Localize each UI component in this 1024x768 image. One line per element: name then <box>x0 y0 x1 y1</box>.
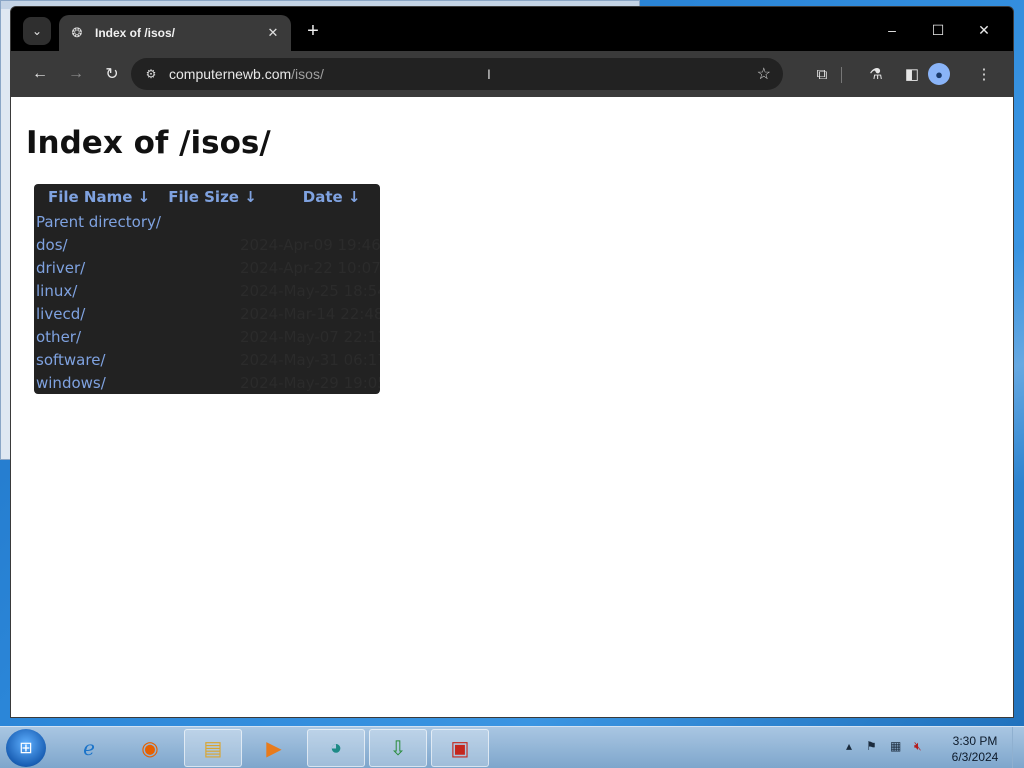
sort-date[interactable]: Date ↓ <box>303 188 361 206</box>
row-link[interactable]: driver/ <box>36 259 85 277</box>
bookmark-star-icon[interactable]: ☆ <box>757 64 771 84</box>
table-row: other/2024-May-07 22:13 <box>34 325 380 348</box>
active-tab[interactable]: ❂ Index of /isos/ ✕ <box>59 15 291 51</box>
table-row: driver/2024-Apr-22 10:07 <box>34 256 380 279</box>
table-row: Parent directory/ <box>34 210 380 233</box>
row-date: 2024-Apr-09 19:46 <box>240 235 380 254</box>
profile-avatar-icon[interactable]: ● <box>928 63 950 85</box>
url-text[interactable]: computernewb.com/isos/ <box>169 66 324 82</box>
table-row: livecd/2024-Mar-14 22:48 <box>34 302 380 325</box>
media-player-icon[interactable]: ▶ <box>245 729 303 767</box>
row-date: 2024-May-25 18:54 <box>240 281 380 300</box>
browser-window: ⌄ ❂ Index of /isos/ ✕ + – ☐ ✕ ← → ↻ ⚙ co… <box>10 6 1014 718</box>
start-button[interactable]: ⊞ <box>6 729 46 767</box>
tab-title: Index of /isos/ <box>95 26 176 40</box>
text-cursor-icon: I <box>487 66 491 82</box>
toolbox-icon[interactable]: ▣ <box>431 729 489 767</box>
clock-time: 3:30 PM <box>952 734 998 748</box>
row-link[interactable]: livecd/ <box>36 305 85 323</box>
table-row: software/2024-May-31 06:17 <box>34 348 380 371</box>
side-panel-icon[interactable]: ◧ <box>899 61 925 87</box>
sort-file-name[interactable]: File Name ↓ <box>48 188 150 206</box>
table-header: File Name ↓ File Size ↓ Date ↓ <box>34 184 380 210</box>
downloader-icon[interactable]: ⇩ <box>369 729 427 767</box>
forward-button[interactable]: → <box>63 61 89 87</box>
page-content: Index of /isos/ File Name ↓ File Size ↓ … <box>11 97 1013 717</box>
sort-file-size[interactable]: File Size ↓ <box>168 188 257 206</box>
menu-kebab-icon[interactable]: ⋮ <box>971 61 997 87</box>
row-link[interactable]: software/ <box>36 351 105 369</box>
network-icon[interactable]: ▦ <box>890 739 901 753</box>
row-date: 2024-May-31 06:17 <box>240 350 380 369</box>
minimize-button[interactable]: – <box>869 15 915 45</box>
globe-icon: ❂ <box>71 25 83 40</box>
clock-date: 6/3/2024 <box>951 750 999 764</box>
internet-explorer-icon[interactable]: ℯ <box>60 729 118 767</box>
remote-viewer-icon[interactable]: ◕ <box>307 729 365 767</box>
toolbar-divider <box>841 67 842 83</box>
address-bar[interactable]: ⚙ computernewb.com/isos/ I ☆ <box>131 58 783 90</box>
show-hidden-icons-icon[interactable]: ▴ <box>846 739 852 753</box>
row-date: 2024-Mar-14 22:48 <box>240 304 380 323</box>
firefox-icon[interactable]: ◉ <box>121 729 179 767</box>
table-row: dos/2024-Apr-09 19:46 <box>34 233 380 256</box>
file-explorer-icon[interactable]: ▤ <box>184 729 242 767</box>
row-date: 2024-May-07 22:13 <box>240 327 380 346</box>
file-listing-table: File Name ↓ File Size ↓ Date ↓ Parent di… <box>34 184 380 394</box>
action-center-flag-icon[interactable]: ⚑ <box>866 739 877 753</box>
new-tab-button[interactable]: + <box>301 19 325 43</box>
chevron-down-icon: ⌄ <box>31 24 43 38</box>
browser-toolbar: ← → ↻ ⚙ computernewb.com/isos/ I ☆ ⧉ ⚗ ◧… <box>11 51 1013 97</box>
volume-muted-icon[interactable]: 🔇︎ <box>914 739 922 754</box>
tab-strip: ⌄ ❂ Index of /isos/ ✕ + – ☐ ✕ <box>11 7 1013 51</box>
windows-logo-icon: ⊞ <box>19 740 33 757</box>
reload-button[interactable]: ↻ <box>99 61 125 87</box>
table-row: windows/2024-May-29 19:05 <box>34 371 380 394</box>
back-button[interactable]: ← <box>27 61 53 87</box>
row-link[interactable]: linux/ <box>36 282 77 300</box>
row-link[interactable]: Parent directory/ <box>36 213 161 231</box>
site-info-icon[interactable]: ⚙ <box>141 64 161 84</box>
tab-search-button[interactable]: ⌄ <box>23 17 51 45</box>
table-row: linux/2024-May-25 18:54 <box>34 279 380 302</box>
row-date: 2024-Apr-22 10:07 <box>240 258 380 277</box>
row-link[interactable]: dos/ <box>36 236 68 254</box>
extensions-icon[interactable]: ⧉ <box>809 61 835 87</box>
labs-flask-icon[interactable]: ⚗ <box>863 61 889 87</box>
system-clock[interactable]: 3:30 PM 6/3/2024 <box>940 733 1010 765</box>
row-date: 2024-May-29 19:05 <box>240 373 380 392</box>
show-desktop-button[interactable] <box>1012 727 1024 768</box>
row-link[interactable]: windows/ <box>36 374 106 392</box>
row-link[interactable]: other/ <box>36 328 81 346</box>
close-window-button[interactable]: ✕ <box>961 15 1007 45</box>
tab-close-icon[interactable]: ✕ <box>265 25 281 41</box>
maximize-button[interactable]: ☐ <box>915 15 961 45</box>
page-title: Index of /isos/ <box>26 125 271 161</box>
taskbar: ⊞ ℯ ◉ ▤ ▶ ◕ ⇩ ▣ ▴ ⚑ ▦ 🔇︎ 3:30 PM 6/3/202… <box>0 726 1024 768</box>
